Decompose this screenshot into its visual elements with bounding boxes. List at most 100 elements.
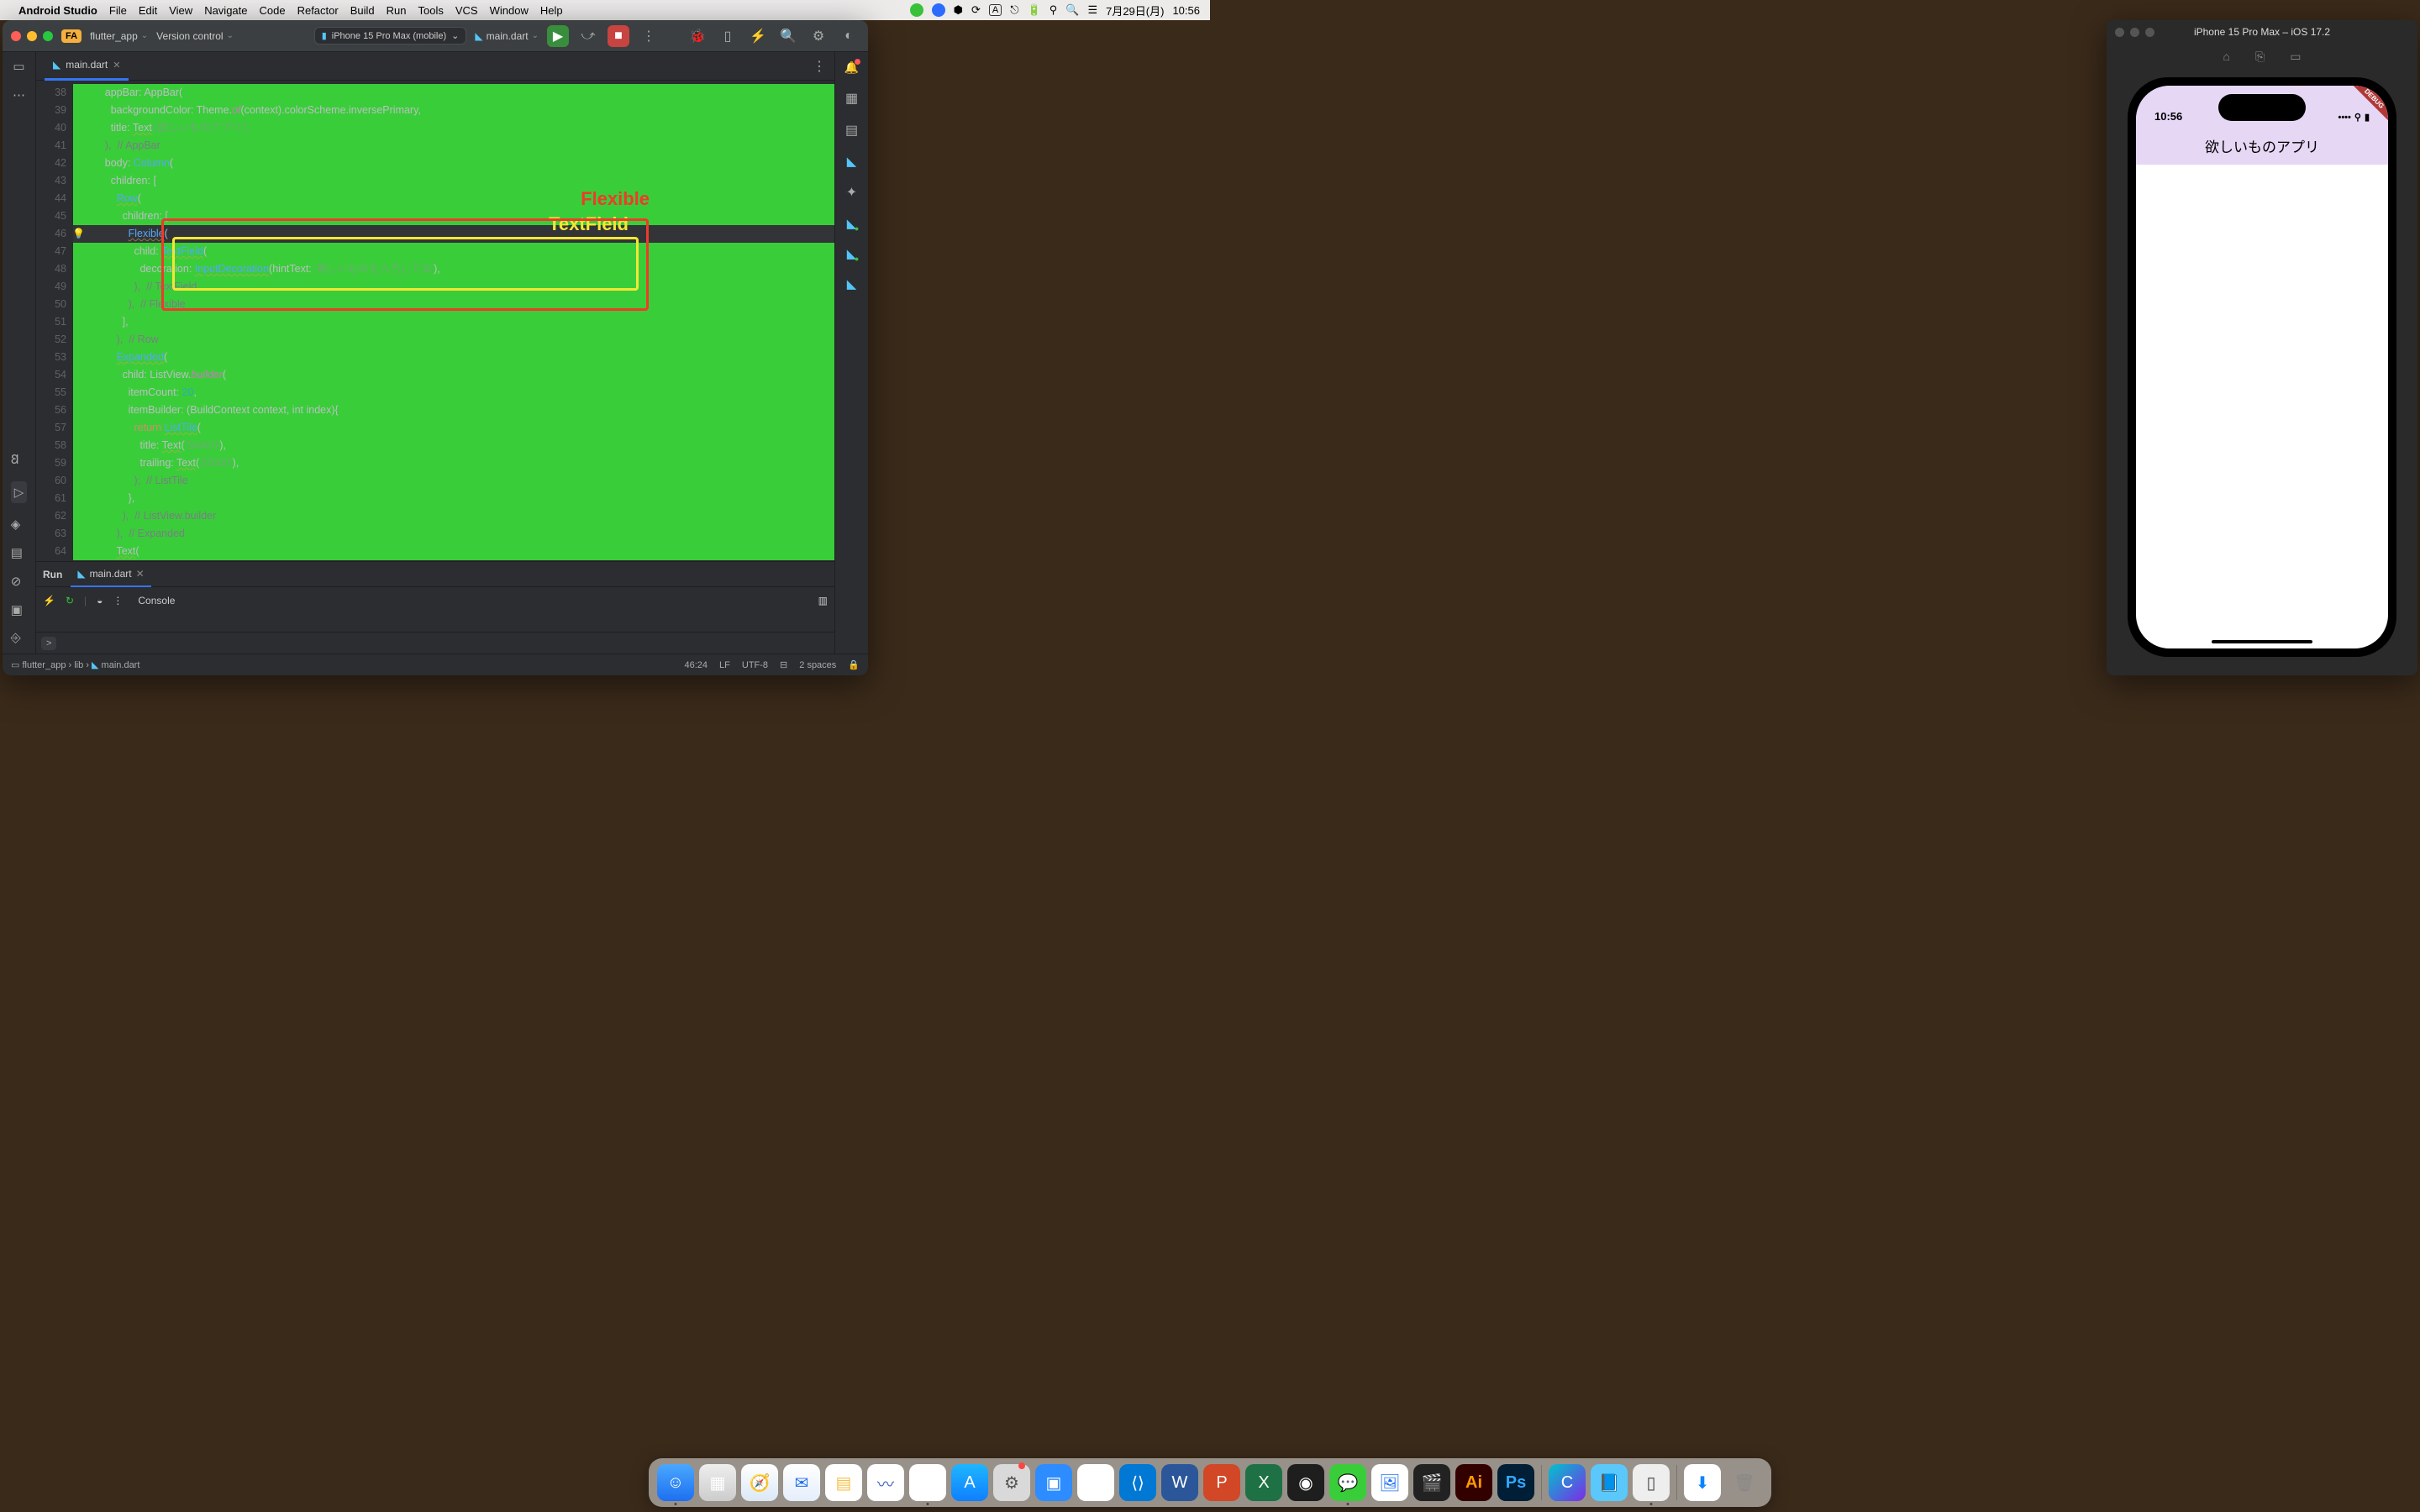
breadcrumb[interactable]: ▭ flutter_app › lib › ◣ main.dart xyxy=(11,659,139,670)
menu-file[interactable]: File xyxy=(109,4,127,17)
sync-icon[interactable]: ⟳ xyxy=(971,3,981,17)
bolt-icon[interactable]: ⚡ xyxy=(747,25,769,47)
search-icon[interactable]: 🔍 xyxy=(777,25,799,47)
appstore-icon[interactable]: A xyxy=(951,1464,988,1501)
flutter-inspector-icon[interactable]: ◣● xyxy=(847,216,857,231)
restart-icon[interactable]: ↻ xyxy=(66,595,74,606)
chevron-right-icon[interactable]: > xyxy=(41,637,56,650)
menu-code[interactable]: Code xyxy=(260,4,286,17)
assist-icon[interactable]: ✦ xyxy=(846,184,857,201)
rw-icon[interactable]: ⊟ xyxy=(780,659,787,670)
code-editor[interactable]: ⚠ 14 ⌃ ⌄ appBar: AppBar( backgroundColor… xyxy=(73,81,834,561)
maximize-window-icon[interactable] xyxy=(2145,28,2154,37)
lock-icon[interactable]: 🔒 xyxy=(848,659,860,670)
run-tab-main[interactable]: ◣ main.dart ✕ xyxy=(71,562,150,587)
emulator-icon[interactable]: ▤ xyxy=(845,122,858,139)
photoshop-icon[interactable]: Ps xyxy=(1497,1464,1534,1501)
wifi-icon[interactable]: ⚲ xyxy=(1050,3,1058,17)
menu-vcs[interactable]: VCS xyxy=(455,4,478,17)
chrome-icon[interactable]: ◉ xyxy=(909,1464,946,1501)
books-icon[interactable]: 📘 xyxy=(1591,1464,1628,1501)
indent-setting[interactable]: 2 spaces xyxy=(799,660,836,670)
hot-reload-icon[interactable]: ⚡ xyxy=(43,595,55,606)
folder-icon[interactable]: ▭ xyxy=(2290,50,2301,64)
close-window-icon[interactable] xyxy=(2115,28,2124,37)
menu-build[interactable]: Build xyxy=(350,4,375,17)
close-window-icon[interactable] xyxy=(11,31,21,41)
safari-icon[interactable]: 🧭 xyxy=(741,1464,778,1501)
line-menubar-icon[interactable] xyxy=(910,3,923,17)
close-icon[interactable]: ✕ xyxy=(136,568,145,580)
word-icon[interactable]: W xyxy=(1161,1464,1198,1501)
device-manager-icon[interactable]: ▦ xyxy=(845,90,858,107)
zoom-menubar-icon[interactable] xyxy=(932,3,945,17)
minimize-window-icon[interactable] xyxy=(2130,28,2139,37)
home-icon[interactable]: ⌂ xyxy=(2223,50,2230,63)
finder-icon[interactable]: ☺ xyxy=(657,1464,694,1501)
preview-icon[interactable]: 🖼 xyxy=(1371,1464,1408,1501)
bug-icon[interactable]: 🐞 xyxy=(687,25,708,47)
encoding[interactable]: UTF-8 xyxy=(742,660,768,670)
menu-tools[interactable]: Tools xyxy=(418,4,444,17)
device-selector[interactable]: ▮ iPhone 15 Pro Max (mobile) ⌄ xyxy=(314,27,467,45)
problems-icon[interactable]: ⊘ xyxy=(11,574,28,589)
tab-main-dart[interactable]: ◣ main.dart ✕ xyxy=(45,52,129,81)
stop-button[interactable]: ■ xyxy=(608,25,629,47)
mail-icon[interactable]: ✉ xyxy=(783,1464,820,1501)
menu-view[interactable]: View xyxy=(169,4,192,17)
menu-edit[interactable]: Edit xyxy=(139,4,157,17)
flutter-perf-icon[interactable]: ◣ xyxy=(847,276,857,291)
devtools-icon[interactable]: ◒ xyxy=(97,595,103,606)
tab-overflow-icon[interactable]: ⋮ xyxy=(813,58,826,75)
link-icon[interactable]: 𐐒 xyxy=(11,451,28,468)
terminal-icon[interactable]: ▣ xyxy=(11,602,28,617)
diamond-icon[interactable]: ◈ xyxy=(11,517,28,532)
trash-icon[interactable]: 🗑 xyxy=(1726,1464,1763,1501)
slack-icon[interactable]: ⁜ xyxy=(1077,1464,1114,1501)
illustrator-icon[interactable]: Ai xyxy=(1455,1464,1492,1501)
flutter-outline-icon[interactable]: ◣● xyxy=(847,246,857,261)
more-actions-icon[interactable]: ⋮ xyxy=(638,25,660,47)
simulator-icon[interactable]: ▯ xyxy=(1633,1464,1670,1501)
zoom-icon[interactable]: ▣ xyxy=(1035,1464,1072,1501)
launchpad-icon[interactable]: ▦ xyxy=(699,1464,736,1501)
powerpoint-icon[interactable]: P xyxy=(1203,1464,1240,1501)
account-icon[interactable]: ◐ xyxy=(838,25,860,47)
flutter-tool-icon[interactable]: ◣ xyxy=(847,154,857,169)
phone-screen[interactable]: DEBUG 10:56 •••• ⚲ ▮ 欲しいものアプリ xyxy=(2136,86,2388,648)
run-config-selector[interactable]: ◣ main.dart ⌄ xyxy=(475,30,539,42)
spotlight-icon[interactable]: 🔍 xyxy=(1065,3,1079,17)
menu-window[interactable]: Window xyxy=(490,4,529,17)
run-tool-icon[interactable]: ▷ xyxy=(11,481,28,503)
run-button[interactable]: ▶ xyxy=(547,25,569,47)
figma-icon[interactable]: ◉ xyxy=(1287,1464,1324,1501)
menubar-date[interactable]: 7月29日(月) xyxy=(1106,3,1164,18)
hex-icon[interactable]: ⬢ xyxy=(954,3,963,17)
battery-icon[interactable]: 🔋 xyxy=(1028,3,1041,17)
vscode-icon[interactable]: ⟨⟩ xyxy=(1119,1464,1156,1501)
canva-icon[interactable]: C xyxy=(1549,1464,1586,1501)
more-icon[interactable]: ⋯ xyxy=(13,87,25,102)
menu-refactor[interactable]: Refactor xyxy=(297,4,339,17)
stack-icon[interactable]: ▤ xyxy=(11,545,28,560)
device-icon[interactable]: ▯ xyxy=(717,25,739,47)
debug-button[interactable]: ⤻ xyxy=(577,25,599,47)
control-center-icon[interactable]: ☰ xyxy=(1087,3,1097,17)
more-icon[interactable]: ⋮ xyxy=(113,595,123,606)
downloads-icon[interactable]: ⬇ xyxy=(1684,1464,1721,1501)
settings-icon[interactable]: ⚙ xyxy=(993,1464,1030,1501)
close-tab-icon[interactable]: ✕ xyxy=(113,60,120,71)
folder-icon[interactable]: ▭ xyxy=(13,59,24,74)
input-icon[interactable]: A xyxy=(989,4,1002,16)
menu-navigate[interactable]: Navigate xyxy=(204,4,247,17)
layout-icon[interactable]: ▥ xyxy=(818,595,828,606)
home-indicator[interactable] xyxy=(2212,640,2312,643)
menubar-app-name[interactable]: Android Studio xyxy=(18,4,97,17)
excel-icon[interactable]: X xyxy=(1245,1464,1282,1501)
finalcut-icon[interactable]: 🎬 xyxy=(1413,1464,1450,1501)
minimize-window-icon[interactable] xyxy=(27,31,37,41)
settings-icon[interactable]: ⚙ xyxy=(808,25,829,47)
project-selector[interactable]: flutter_app⌄ xyxy=(90,30,148,42)
freeform-icon[interactable]: 〰 xyxy=(867,1464,904,1501)
bluetooth-icon[interactable]: ⎋ xyxy=(1010,3,1018,17)
